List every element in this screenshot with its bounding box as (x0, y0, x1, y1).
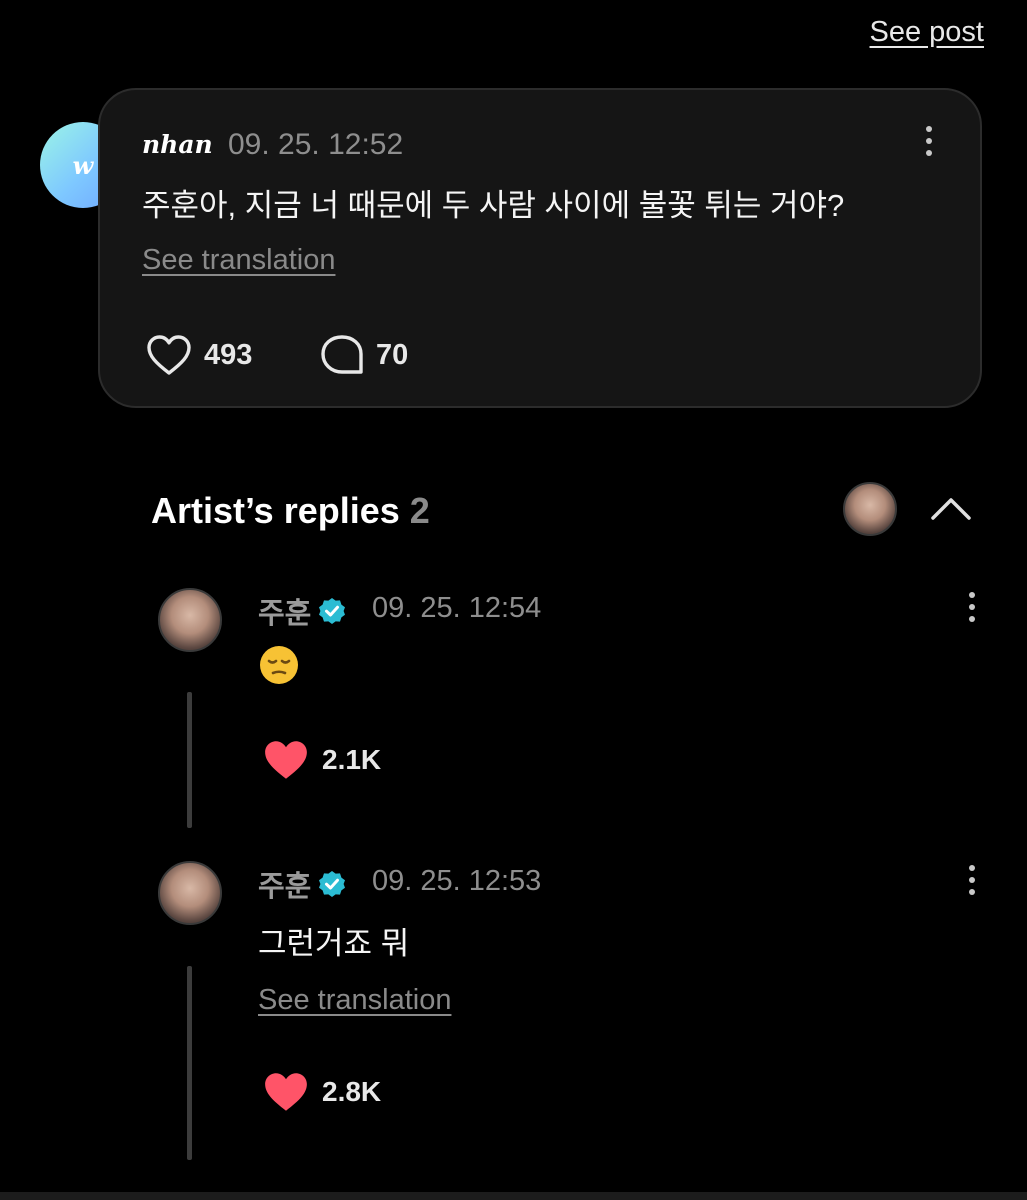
reply-timestamp: 09. 25. 12:54 (372, 592, 542, 624)
bottom-divider (0, 1192, 1027, 1200)
more-options-icon[interactable] (926, 126, 932, 156)
reply-author[interactable]: 주훈 (258, 863, 347, 905)
heart-filled-icon (265, 1073, 307, 1111)
artist-avatar-small[interactable] (843, 482, 897, 536)
reply-more-options-icon[interactable] (969, 592, 975, 622)
artist-replies-title: Artist’s replies (151, 490, 400, 531)
reply-avatar[interactable] (158, 861, 222, 925)
reply-like-count: 2.1K (322, 744, 382, 775)
reply-author-name: 주훈 (258, 598, 312, 630)
comment-count: 70 (376, 338, 409, 371)
reply-text: 그런거죠 뭐 (258, 926, 410, 961)
reply-avatar[interactable] (158, 588, 222, 652)
artist-replies-count: 2 (409, 490, 430, 531)
thread-line (187, 966, 192, 1160)
comment-timestamp: 09. 25. 12:52 (228, 128, 404, 161)
comment-button[interactable]: 70 (320, 334, 408, 376)
see-translation-link[interactable]: See translation (258, 984, 451, 1017)
like-count: 493 (204, 338, 253, 371)
artist-replies-heading: Artist’s replies 2 (151, 490, 430, 532)
comment-username[interactable]: nhan (142, 130, 213, 159)
see-translation-link[interactable]: See translation (142, 244, 335, 277)
see-post-link[interactable]: See post (870, 16, 984, 49)
reply-like-count: 2.8K (322, 1076, 382, 1107)
reply-like-button[interactable]: 2.8K (262, 1070, 381, 1114)
verified-badge-icon (319, 598, 346, 624)
avatar-letter: w (72, 150, 94, 180)
reply-author-name: 주훈 (258, 871, 312, 903)
like-button[interactable]: 493 (146, 334, 252, 376)
comment-bubble-icon (321, 335, 363, 374)
pensive-face-emoji (260, 646, 298, 684)
comment-card: nhan 09. 25. 12:52 주훈아, 지금 너 때문에 두 사람 사이… (98, 88, 982, 408)
heart-outline-icon (147, 335, 191, 375)
reply-like-button[interactable]: 2.1K (262, 738, 381, 782)
comment-text: 주훈아, 지금 너 때문에 두 사람 사이에 불꽃 튀는 거야? (142, 188, 845, 223)
reply-more-options-icon[interactable] (969, 865, 975, 895)
thread-line (187, 692, 192, 828)
reply-timestamp: 09. 25. 12:53 (372, 865, 542, 897)
verified-badge-icon (319, 871, 346, 897)
reply-author[interactable]: 주훈 (258, 590, 347, 632)
heart-filled-icon (265, 741, 307, 779)
chevron-up-icon[interactable] (927, 492, 975, 526)
